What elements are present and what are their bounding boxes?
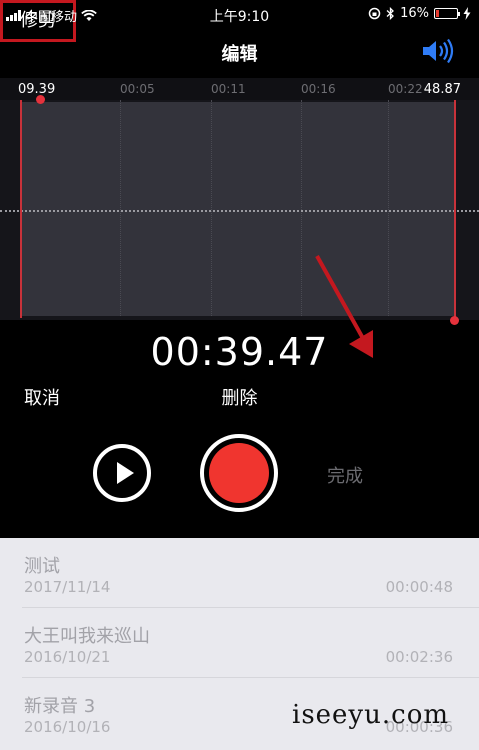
selected-region[interactable]	[21, 102, 455, 316]
recording-name: 测试	[24, 556, 60, 577]
timeline-tick: 00:16	[301, 82, 336, 96]
battery-percent: 16%	[400, 6, 429, 21]
delete-button-label[interactable]: 删除	[222, 388, 258, 409]
speaker-icon[interactable]	[420, 38, 456, 64]
trim-handle-end[interactable]	[454, 100, 456, 320]
delete-button: 删除	[0, 384, 479, 410]
recording-name: 新录音 3	[24, 696, 96, 717]
status-bar: 中国移动 上午9:10 16%	[0, 0, 479, 28]
play-icon	[117, 462, 134, 484]
nav-title: 编辑	[221, 44, 258, 65]
waveform-gridline	[211, 100, 212, 316]
done-button[interactable]: 完成	[327, 462, 363, 488]
trim-handle-start[interactable]	[20, 95, 45, 318]
bluetooth-icon	[386, 7, 395, 20]
rotation-lock-icon	[368, 7, 381, 20]
trim-handle-end-knob[interactable]	[450, 316, 459, 325]
timeline-tick: 00:22	[388, 82, 423, 96]
list-item[interactable]: 测试 2017/11/14 00:00:48	[0, 538, 479, 608]
trim-handle-start-knob[interactable]	[36, 95, 45, 104]
battery-icon	[434, 8, 460, 19]
waveform-centerline	[0, 210, 479, 212]
timeline-tick: 00:05	[120, 82, 155, 96]
waveform-gridline	[120, 100, 121, 316]
play-button[interactable]	[93, 444, 151, 502]
selection-end-time: 48.87	[423, 82, 461, 97]
selection-start-time: 09.39	[18, 82, 56, 97]
recording-date: 2017/11/14	[24, 578, 111, 596]
waveform-area[interactable]	[0, 95, 479, 325]
timeline-tick: 00:11	[211, 82, 246, 96]
watermark: iseeyu.com	[292, 700, 449, 730]
timeline-ruler[interactable]: 00:05 00:11 00:16 00:22 09.39 48.87	[0, 78, 479, 100]
current-time-display: 00:39.47	[150, 330, 329, 374]
waveform-gridline	[301, 100, 302, 316]
recording-date: 2016/10/21	[24, 648, 111, 666]
waveform-gridline	[388, 100, 389, 316]
recording-duration: 00:02:36	[385, 648, 453, 666]
recording-date: 2016/10/16	[24, 718, 111, 736]
record-button[interactable]	[200, 434, 278, 512]
record-icon	[209, 443, 269, 503]
recording-duration: 00:00:48	[385, 578, 453, 596]
recording-name: 大王叫我来巡山	[24, 626, 150, 647]
charging-icon	[463, 7, 471, 20]
list-item[interactable]: 大王叫我来巡山 2016/10/21 00:02:36	[0, 608, 479, 678]
status-right: 16%	[368, 6, 471, 21]
